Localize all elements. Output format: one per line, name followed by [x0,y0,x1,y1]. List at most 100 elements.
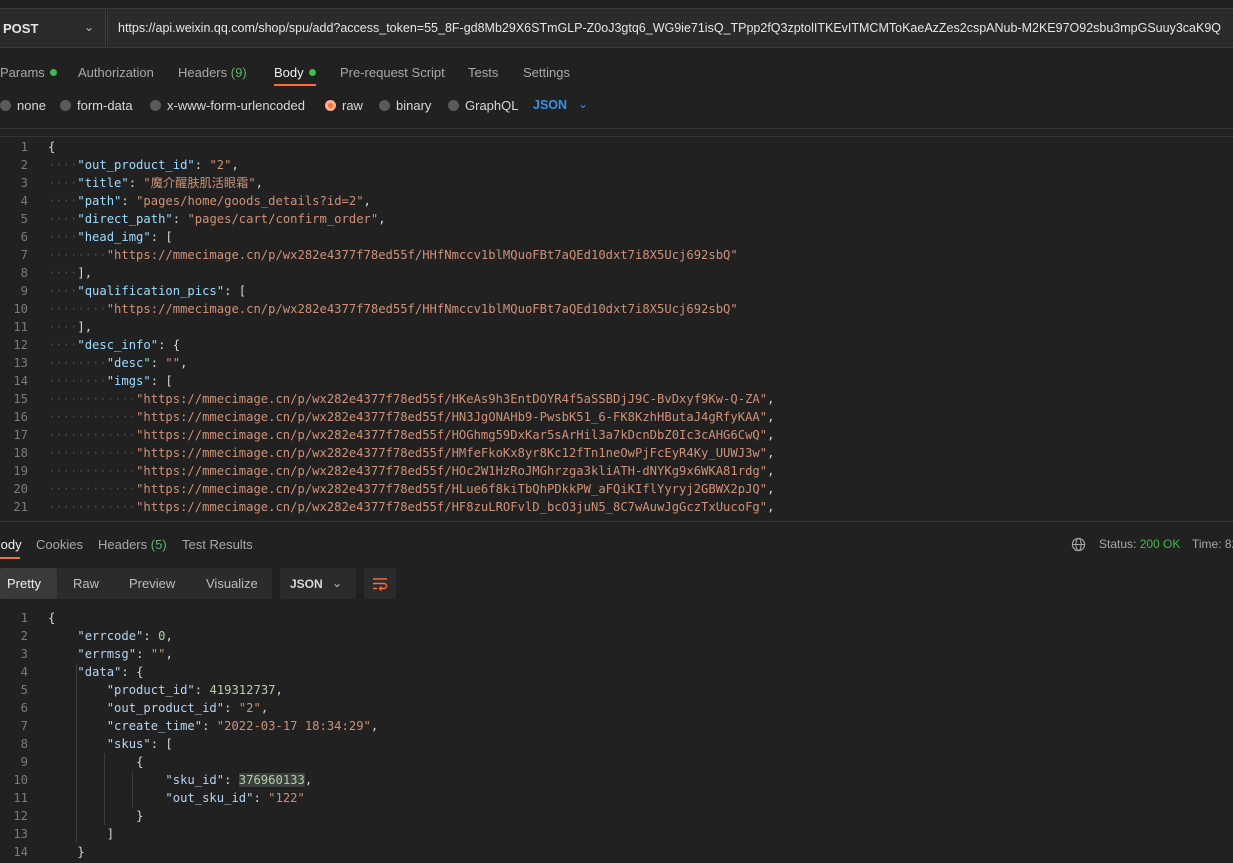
code-text: { [48,140,56,154]
code-text: ············"https://mmecimage.cn/p/wx28… [48,500,775,514]
indent-guide [132,771,133,807]
url-input[interactable]: https://api.weixin.qq.com/shop/spu/add?a… [107,8,1233,48]
res-tab-cookies[interactable]: Cookies [36,537,83,552]
radio-form-data[interactable]: form-data [60,98,133,113]
line-number: 2 [20,158,28,172]
code-text: "out_sku_id": "122" [165,791,305,805]
line-number: 13 [13,356,28,370]
code-text: { [136,755,144,769]
line-number: 18 [13,446,28,460]
res-tab-headers[interactable]: Headers (5) [98,537,167,552]
time-label: Time: 82 [1192,537,1233,551]
code-line: 2 "errcode": 0, [0,627,1233,645]
line-number: 5 [20,212,28,226]
code-line: 15 ············"https://mmecimage.cn/p/wx… [0,390,1233,408]
tab-params[interactable]: Params [0,65,57,80]
tab-pre-request-script[interactable]: Pre-request Script [340,65,445,80]
status-label: Status: 200 OK [1099,537,1181,551]
url-bar: POST ⌄ https://api.weixin.qq.com/shop/sp… [0,8,1233,48]
radio-binary[interactable]: binary [379,98,431,113]
code-line: 16 ············"https://mmecimage.cn/p/wx… [0,408,1233,426]
code-line: 5 ····"direct_path": "pages/cart/confirm_… [0,210,1233,228]
line-number: 14 [13,374,28,388]
code-text: "data": { [77,665,144,679]
view-pretty[interactable]: Pretty [7,576,41,591]
code-text: ····"out_product_id": "2", [48,158,239,172]
active-tab-indicator [0,557,20,559]
view-preview[interactable]: Preview [129,576,175,591]
code-text: "errcode": 0, [77,629,173,643]
code-text: "sku_id": 376960133, [165,773,313,787]
line-number: 2 [20,629,28,643]
res-tab-test-results[interactable]: Test Results [182,537,253,552]
code-text: ········"https://mmecimage.cn/p/wx282e43… [48,302,738,316]
code-line: 17 ············"https://mmecimage.cn/p/wx… [0,426,1233,444]
line-number: 6 [20,701,28,715]
code-text: ············"https://mmecimage.cn/p/wx28… [48,446,775,460]
method-select[interactable]: POST ⌄ [0,8,106,48]
line-number: 1 [20,140,28,154]
code-line: 12 ····"desc_info": { [0,336,1233,354]
code-line: 6 ····"head_img": [ [0,228,1233,246]
code-line: 13 ········"desc": "", [0,354,1233,372]
code-text: ····], [48,266,93,280]
line-number: 12 [13,338,28,352]
chevron-down-icon: ⌄ [332,576,343,590]
radio-circle-icon [379,100,390,111]
code-text: ····"path": "pages/home/goods_details?id… [48,194,371,208]
view-visualize[interactable]: Visualize [206,576,258,591]
radio-raw[interactable]: raw [325,98,363,113]
line-number: 21 [13,500,28,514]
line-number: 1 [20,611,28,625]
code-line: 4 ····"path": "pages/home/goods_details?i… [0,192,1233,210]
code-text: ············"https://mmecimage.cn/p/wx28… [48,428,775,442]
line-number: 5 [20,683,28,697]
code-text: ········"https://mmecimage.cn/p/wx282e43… [48,248,738,262]
radio-urlencoded[interactable]: x-www-form-urlencoded [150,98,305,113]
response-format-label: JSON [290,577,323,591]
request-body-editor[interactable]: 1 {2 ····"out_product_id": "2", 3 ····"title… [0,138,1233,521]
res-tab-body[interactable]: Body [0,537,22,552]
code-line: 9 ····"qualification_pics": [ [0,282,1233,300]
code-line: 18 ············"https://mmecimage.cn/p/wx… [0,444,1233,462]
line-number: 14 [13,845,28,859]
tab-tests[interactable]: Tests [468,65,498,80]
tab-authorization[interactable]: Authorization [78,65,154,80]
tab-settings[interactable]: Settings [523,65,570,80]
code-line: 6 "out_product_id": "2", [0,699,1233,717]
indent-guide [76,663,77,843]
chevron-down-icon: ⌄ [84,20,95,34]
chevron-down-icon[interactable]: ⌄ [578,97,588,111]
active-dot-icon [49,69,57,76]
active-tab-indicator [274,84,316,86]
request-tabs: Params Authorization Headers (9) Body Pr… [0,60,1233,86]
line-number: 9 [20,284,28,298]
line-number: 4 [20,665,28,679]
code-text: ········"imgs": [ [48,374,173,388]
radio-none[interactable]: none [0,98,46,113]
response-format-select[interactable]: JSON ⌄ [280,568,356,599]
code-line: 4 "data": { [0,663,1233,681]
code-text: ] [106,827,115,841]
code-line: 12 } [0,807,1233,825]
code-text: ····"qualification_pics": [ [48,284,247,298]
code-text: "out_product_id": "2", [106,701,269,715]
view-raw[interactable]: Raw [73,576,99,591]
method-label: POST [3,21,39,36]
tab-body[interactable]: Body [274,65,316,80]
code-line: 9 { [0,753,1233,771]
line-number: 13 [13,827,28,841]
code-line: 14 ········"imgs": [ [0,372,1233,390]
line-number: 20 [13,482,28,496]
line-number: 6 [20,230,28,244]
globe-icon[interactable] [1071,537,1086,555]
radio-graphql[interactable]: GraphQL [448,98,518,113]
response-body-viewer[interactable]: 1{2 "errcode": 0, 3 "errmsg": "", 4 "data"… [0,609,1233,863]
code-text: ····"direct_path": "pages/cart/confirm_o… [48,212,386,226]
line-number: 7 [20,719,28,733]
tab-headers[interactable]: Headers (9) [178,65,247,80]
line-number: 8 [20,737,28,751]
wrap-lines-button[interactable] [364,568,396,599]
code-line: 3 ····"title": "魔介醒肤肌活眼霜", [0,174,1233,192]
body-format-select[interactable]: JSON [533,98,567,112]
